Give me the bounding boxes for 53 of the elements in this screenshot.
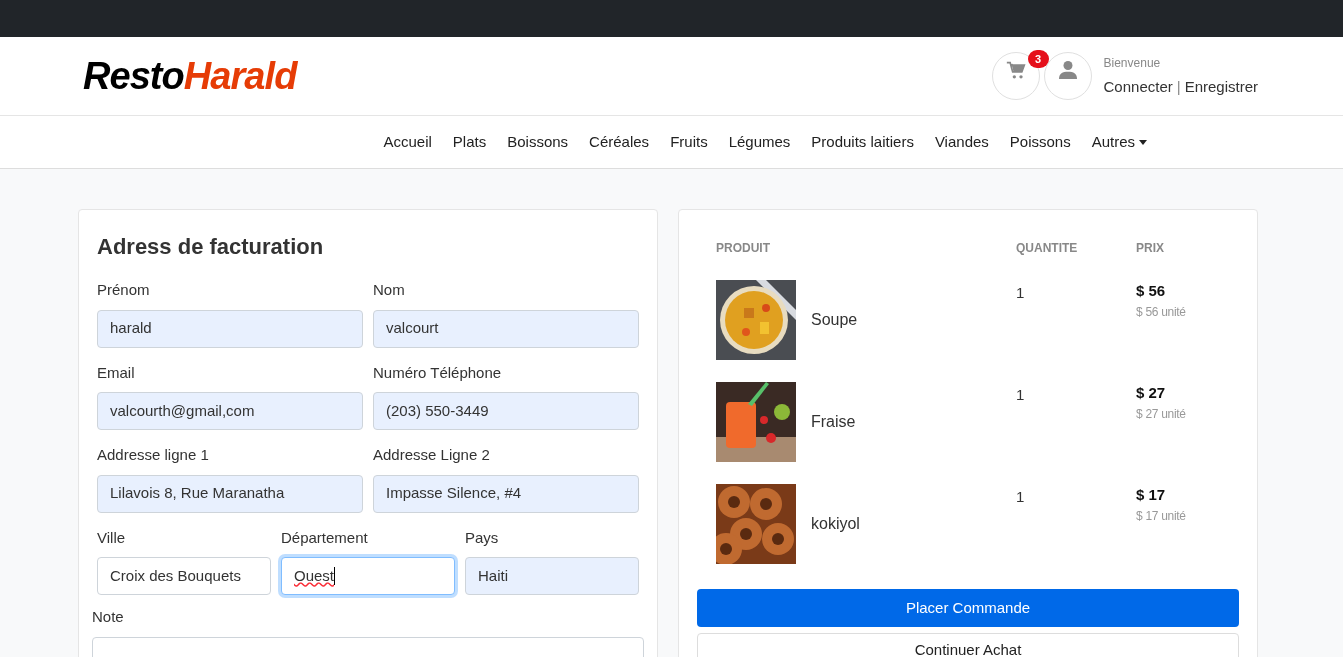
separator-text: | xyxy=(1176,76,1181,97)
product-name: Fraise xyxy=(811,412,856,432)
field-label: Email xyxy=(97,362,136,383)
column-header: PRODUIT xyxy=(716,240,771,257)
unit-price-text: $ 27 unité xyxy=(1136,405,1187,423)
input-field[interactable]: valcourt xyxy=(373,309,639,348)
register-link[interactable]: Enregistrer xyxy=(1184,75,1258,99)
input-field[interactable]: valcourth@gmail,com xyxy=(97,392,363,430)
input-field[interactable]: Impasse Silence, #4 xyxy=(373,474,639,513)
field-label: Pays xyxy=(465,527,500,548)
unit-price-text: $ 56 unité xyxy=(1136,303,1187,321)
unit-price-text: $ 17 unité xyxy=(1136,507,1187,525)
input-field[interactable]: Croix des Bouquets xyxy=(97,557,271,595)
nav-link[interactable]: Plats xyxy=(442,130,497,154)
nav-link[interactable]: Poissons xyxy=(999,130,1082,154)
field-label: Ville xyxy=(97,527,127,548)
quantity-text: 1 xyxy=(1016,385,1026,405)
cart-count-badge: 3 xyxy=(1027,50,1049,68)
nav-link[interactable]: Légumes xyxy=(718,130,801,154)
product-name: kokiyol xyxy=(811,514,860,534)
column-header: QUANTITE xyxy=(1016,240,1079,257)
input-field[interactable]: (203) 550-3449 xyxy=(373,392,639,430)
field-label: Nom xyxy=(373,280,406,300)
input-field[interactable]: harald xyxy=(97,309,363,348)
column-header: PRIX xyxy=(1136,240,1165,257)
logo[interactable]: RestoHarald xyxy=(83,57,297,95)
greeting-text: Bienvenue xyxy=(1103,54,1162,72)
price-text: $ 56 xyxy=(1136,281,1167,301)
login-link[interactable]: Connecter xyxy=(1103,75,1173,99)
nav-link[interactable]: Produits laitiers xyxy=(800,130,925,154)
product-name: Soupe xyxy=(811,310,858,330)
price-text: $ 17 xyxy=(1136,485,1167,505)
quantity-text: 1 xyxy=(1016,487,1026,507)
input-field[interactable]: Ouest xyxy=(281,557,455,595)
nav-link[interactable]: Viandes xyxy=(924,130,1000,154)
field-label: Prénom xyxy=(97,280,151,300)
quantity-text: 1 xyxy=(1016,283,1026,303)
field-label: Département xyxy=(281,527,369,548)
price-text: $ 27 xyxy=(1136,383,1167,403)
field-label: Numéro Téléphone xyxy=(373,362,503,383)
continue-shopping-button[interactable]: Continuer Achat xyxy=(697,633,1239,657)
field-label: Addresse Ligne 2 xyxy=(373,445,491,465)
nav-link[interactable]: Céréales xyxy=(578,130,660,154)
nav-link[interactable]: Fruits xyxy=(659,130,719,154)
field-label: Note xyxy=(92,607,125,627)
place-order-button[interactable]: Placer Commande xyxy=(697,589,1239,627)
input-field[interactable]: Haiti xyxy=(465,557,639,595)
nav-link[interactable]: Autres xyxy=(1081,130,1158,154)
field-label: Addresse ligne 1 xyxy=(97,445,210,465)
card-title: Adress de facturation xyxy=(97,233,325,261)
nav-link[interactable]: Boissons xyxy=(496,130,579,154)
nav-link[interactable]: Accueil xyxy=(373,130,443,154)
input-field[interactable]: Lilavois 8, Rue Maranatha xyxy=(97,474,363,513)
